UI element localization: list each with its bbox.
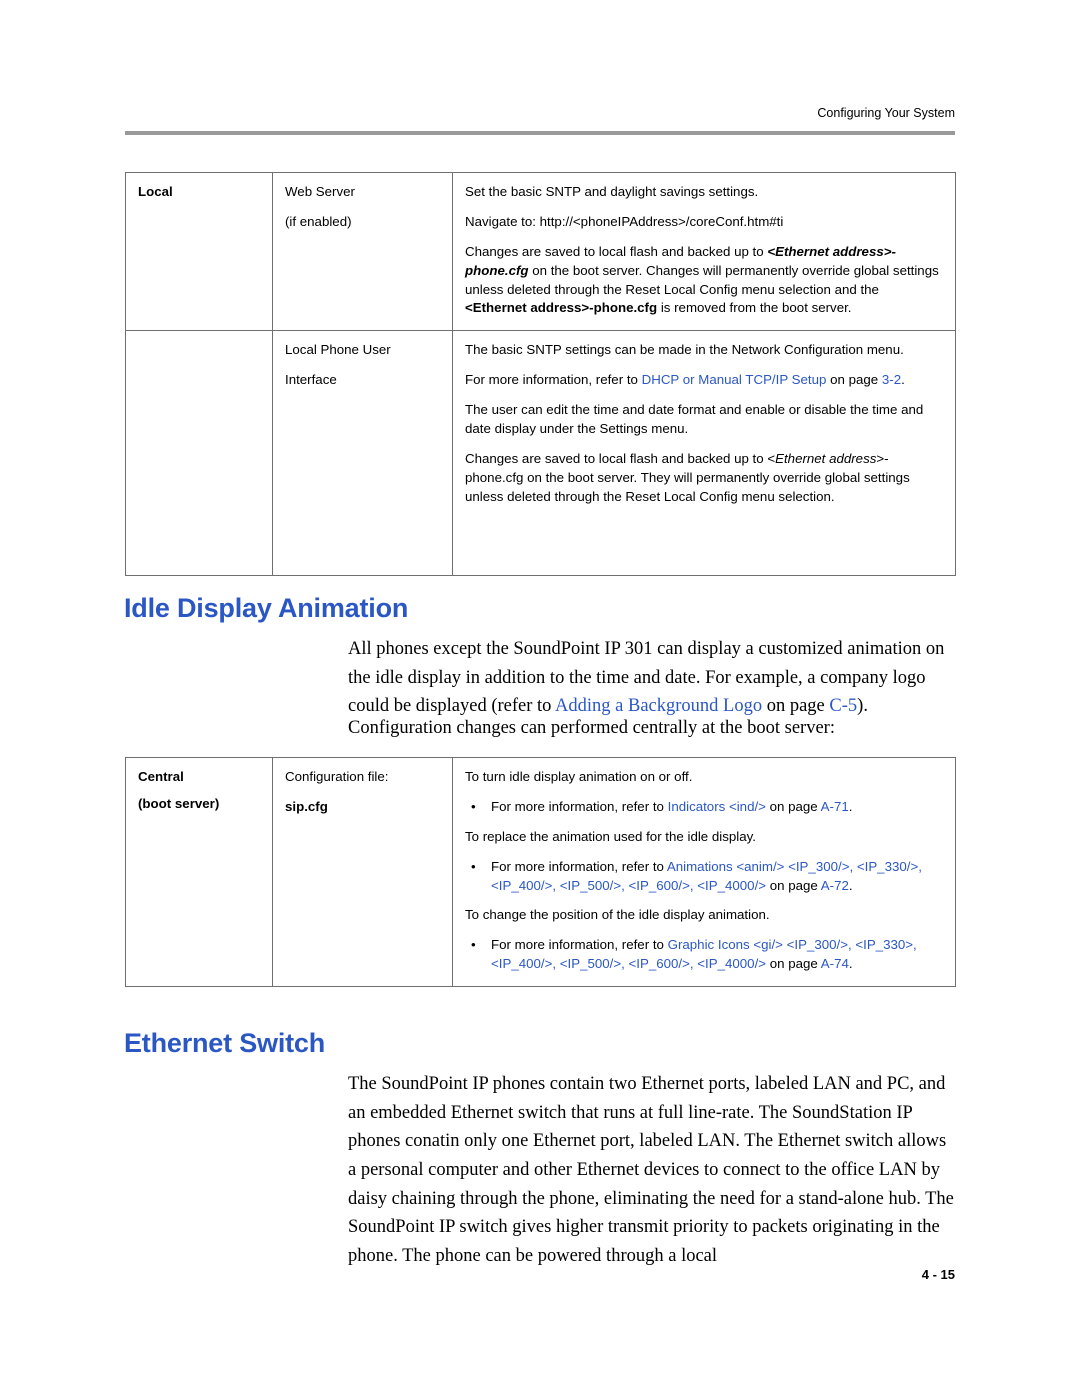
label-local: Local (138, 184, 173, 199)
text-seg: on page (766, 956, 821, 972)
localui-line1: Local Phone User (285, 342, 391, 358)
page-title-idle-display-animation: Idle Display Animation (124, 593, 409, 623)
desc-changes-saved-2: Changes are saved to local flash and bac… (465, 450, 943, 507)
bullet-item: • For more information, refer to Indicat… (465, 798, 943, 817)
config-file-label: Configuration file: (285, 769, 389, 784)
text-seg: For more information, refer to (491, 798, 668, 814)
label-boot-server: (boot server) (138, 795, 220, 811)
cell-empty (125, 330, 273, 577)
page-title-ethernet-switch: Ethernet Switch (124, 1028, 326, 1058)
text-seg: on page (766, 877, 821, 893)
text-seg: . (848, 956, 853, 972)
config-file-name: sip.cfg (285, 798, 328, 814)
cell-local-phone-ui: Local Phone User Interface (272, 330, 453, 577)
desc-change-position: To change the position of the idle displ… (465, 907, 770, 923)
webserver-line1: Web Server (285, 184, 355, 199)
cell-config-file: Configuration file: sip.cfg (272, 757, 453, 987)
cell-local-phone-ui-description: The basic SNTP settings can be made in t… (452, 330, 956, 577)
text-seg: For more information, refer to (491, 937, 668, 953)
label-central: Central (138, 769, 184, 784)
text-seg: . (848, 798, 853, 814)
cell-idle-animation-description: To turn idle display animation on or off… (452, 757, 956, 987)
document-page: Configuring Your System Local Web Server… (0, 0, 1080, 1397)
cell-webserver: Web Server (if enabled) (272, 171, 453, 332)
desc-replace-animation: To replace the animation used for the id… (465, 828, 756, 844)
table-row: Local Phone User Interface The basic SNT… (125, 330, 956, 577)
bullet-text-indicators: For more information, refer to Indicator… (491, 798, 943, 817)
bullet-dot-icon: • (471, 858, 476, 874)
text-seg: on page (765, 798, 821, 814)
bullet-dot-icon: • (471, 937, 476, 953)
desc-changes-saved: Changes are saved to local flash and bac… (465, 243, 943, 319)
table-local-settings: Local Web Server (if enabled) Set the ba… (125, 171, 956, 577)
desc-time-date-format: The user can edit the time and date form… (465, 402, 924, 436)
text-seg: . (901, 372, 905, 388)
page-number-footer: 4 - 15 (921, 1267, 955, 1282)
text-seg: on the boot server. Changes will permane… (465, 262, 939, 297)
cell-scope-local: Local (125, 171, 273, 332)
link-indicators[interactable]: Indicators <ind/> (668, 799, 766, 814)
text-seg: For more information, refer to (491, 858, 667, 874)
localui-line2: Interface (285, 372, 337, 388)
desc-sntp: Set the basic SNTP and daylight savings … (465, 184, 759, 199)
paragraph-idle-display-intro: All phones except the SoundPoint IP 301 … (348, 635, 956, 721)
text-ethernet-address-2: <Ethernet address>-phone.cfg (465, 300, 658, 316)
link-page-a-72[interactable]: A-72 (821, 878, 849, 893)
table-row: Central (boot server) Configuration file… (125, 757, 956, 987)
cell-scope-central: Central (boot server) (125, 757, 273, 987)
table-row: Local Web Server (if enabled) Set the ba… (125, 171, 956, 332)
desc-turn-animation-onoff: To turn idle display animation on or off… (465, 769, 693, 784)
desc-sntp-network: The basic SNTP settings can be made in t… (465, 342, 904, 358)
running-head: Configuring Your System (817, 106, 955, 120)
link-dhcp-manual-tcpip[interactable]: DHCP or Manual TCP/IP Setup (642, 372, 827, 387)
table-idle-display-config: Central (boot server) Configuration file… (125, 757, 956, 987)
bullet-text-animations: For more information, refer to Animation… (491, 858, 943, 896)
bullet-item: • For more information, refer to Graphic… (465, 936, 943, 974)
text-seg: . (848, 877, 853, 893)
text-seg: is removed from the boot server. (657, 300, 852, 316)
cell-webserver-description: Set the basic SNTP and daylight savings … (452, 171, 956, 332)
webserver-line2: (if enabled) (285, 213, 352, 229)
paragraph-config-changes-central: Configuration changes can performed cent… (348, 718, 835, 738)
bullet-dot-icon: • (471, 798, 476, 814)
desc-navigate-url: Navigate to: http://<phoneIPAddress>/cor… (465, 213, 784, 229)
link-page-3-2[interactable]: 3-2 (882, 372, 901, 387)
text-seg: Changes are saved to local flash and bac… (465, 243, 768, 259)
header-divider-rule (125, 131, 955, 135)
text-seg: For more information, refer to (465, 372, 642, 388)
link-page-a-74[interactable]: A-74 (821, 956, 849, 971)
bullet-item: • For more information, refer to Animati… (465, 858, 943, 896)
text-ethernet-address-ital: Ethernet address (775, 450, 877, 466)
text-seg: Changes are saved to local flash and bac… (465, 450, 776, 466)
text-seg: on page (826, 372, 882, 388)
link-page-a-71[interactable]: A-71 (821, 799, 849, 814)
bullet-text-graphic-icons: For more information, refer to Graphic I… (491, 936, 943, 974)
desc-more-info-dhcp: For more information, refer to DHCP or M… (465, 371, 943, 390)
paragraph-ethernet-switch-body: The SoundPoint IP phones contain two Eth… (348, 1074, 954, 1267)
